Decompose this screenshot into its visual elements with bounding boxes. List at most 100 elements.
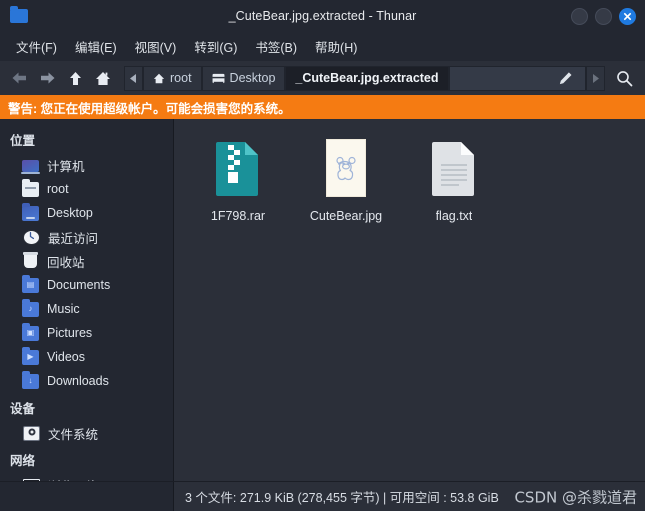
file-name: flag.txt bbox=[435, 209, 473, 223]
menu-view[interactable]: 视图(V) bbox=[127, 34, 185, 59]
triangle-left-icon bbox=[130, 73, 136, 83]
main-body: 位置 计算机 root Desktop 最近访问 回收站 ▤ Documents… bbox=[0, 119, 645, 481]
sidebar-item-downloads[interactable]: ↓ Downloads bbox=[0, 369, 173, 393]
sidebar-section-places: 位置 bbox=[10, 134, 36, 148]
recent-clock-icon bbox=[23, 229, 40, 245]
sidebar-item-label: root bbox=[47, 182, 69, 196]
sidebar-item-label: 回收站 bbox=[47, 255, 85, 270]
csdn-watermark: CSDN @杀戮道君 bbox=[514, 488, 637, 506]
breadcrumb-desktop[interactable]: Desktop bbox=[201, 65, 286, 91]
text-file-icon bbox=[432, 142, 474, 196]
file-item-text[interactable]: flag.txt bbox=[404, 131, 504, 223]
file-name: CuteBear.jpg bbox=[309, 209, 383, 223]
folder-icon bbox=[10, 6, 28, 23]
breadcrumb-root-label: root bbox=[170, 71, 192, 85]
maximize-button[interactable] bbox=[595, 7, 612, 25]
file-view[interactable]: 1F798.rar CuteBear.jpg flag.txt bbox=[174, 119, 645, 481]
breadcrumb-current-label: _CuteBear.jpg.extracted bbox=[295, 71, 439, 85]
sidebar-item-trash[interactable]: 回收站 bbox=[0, 249, 173, 273]
folder-open-icon bbox=[212, 73, 225, 84]
breadcrumb-scroll-right[interactable] bbox=[586, 65, 605, 91]
search-button[interactable] bbox=[611, 65, 637, 91]
downloads-folder-icon: ↓ bbox=[22, 370, 39, 389]
close-button[interactable] bbox=[619, 7, 636, 25]
pictures-folder-icon: ▣ bbox=[22, 322, 39, 341]
menu-edit[interactable]: 编辑(E) bbox=[67, 34, 125, 59]
videos-folder-icon: ▶ bbox=[22, 346, 39, 365]
sidebar-section-network: 网络 bbox=[10, 454, 36, 468]
thunar-window: _CuteBear.jpg.extracted - Thunar 文件(F) 编… bbox=[0, 0, 645, 511]
pencil-icon bbox=[559, 71, 572, 84]
home-folder-icon bbox=[22, 178, 39, 197]
sidebar-item-label: 最近访问 bbox=[48, 231, 99, 246]
sidebar: 位置 计算机 root Desktop 最近访问 回收站 ▤ Documents… bbox=[0, 119, 174, 481]
sidebar-item-pictures[interactable]: ▣ Pictures bbox=[0, 321, 173, 345]
forward-button[interactable] bbox=[34, 65, 60, 91]
sidebar-item-filesystem[interactable]: 文件系统 bbox=[0, 421, 173, 445]
documents-folder-icon: ▤ bbox=[22, 274, 39, 293]
file-thumbnail bbox=[423, 135, 485, 201]
trash-icon bbox=[22, 251, 39, 269]
close-icon bbox=[623, 12, 632, 20]
file-thumbnail bbox=[207, 135, 269, 201]
status-bar-sidebar-pad bbox=[0, 482, 174, 511]
computer-icon bbox=[21, 160, 40, 174]
sidebar-item-music[interactable]: ♪ Music bbox=[0, 297, 173, 321]
triangle-right-icon bbox=[593, 73, 599, 83]
status-bar: 3 个文件: 271.9 KiB (278,455 字节) | 可用空间 : 5… bbox=[0, 481, 645, 511]
file-name: 1F798.rar bbox=[210, 209, 266, 223]
music-folder-icon: ♪ bbox=[22, 298, 39, 317]
up-button[interactable] bbox=[62, 65, 88, 91]
window-controls bbox=[571, 7, 636, 25]
title-bar: _CuteBear.jpg.extracted - Thunar bbox=[0, 0, 645, 32]
sidebar-item-label: Desktop bbox=[47, 206, 93, 220]
breadcrumb-root[interactable]: root bbox=[143, 65, 202, 91]
root-warning-bar: 警告: 您正在使用超级帐户。可能会损害您的系统。 bbox=[0, 95, 645, 119]
home-icon bbox=[96, 71, 110, 85]
sidebar-item-recent[interactable]: 最近访问 bbox=[0, 225, 173, 249]
root-warning-text: 警告: 您正在使用超级帐户。可能会损害您的系统。 bbox=[8, 101, 291, 116]
file-item-archive[interactable]: 1F798.rar bbox=[188, 131, 288, 223]
desktop-folder-icon bbox=[22, 202, 39, 221]
sidebar-section-devices: 设备 bbox=[10, 402, 36, 416]
menu-bar: 文件(F) 编辑(E) 视图(V) 转到(G) 书签(B) 帮助(H) bbox=[0, 32, 645, 61]
back-button[interactable] bbox=[6, 65, 32, 91]
harddisk-icon bbox=[23, 425, 40, 441]
file-icon-grid: 1F798.rar CuteBear.jpg flag.txt bbox=[174, 119, 645, 235]
archive-file-icon bbox=[216, 142, 258, 196]
sidebar-item-label: 计算机 bbox=[47, 159, 85, 174]
image-thumbnail bbox=[326, 139, 366, 197]
arrow-left-icon bbox=[12, 72, 26, 84]
file-item-image[interactable]: CuteBear.jpg bbox=[296, 131, 396, 223]
breadcrumb-current[interactable]: _CuteBear.jpg.extracted bbox=[285, 65, 449, 91]
sidebar-item-root[interactable]: root bbox=[0, 177, 173, 201]
menu-file[interactable]: 文件(F) bbox=[8, 34, 65, 59]
arrow-right-icon bbox=[40, 72, 54, 84]
menu-go[interactable]: 转到(G) bbox=[186, 34, 245, 59]
arrow-up-icon bbox=[69, 71, 81, 85]
home-icon bbox=[153, 73, 165, 83]
sidebar-item-documents[interactable]: ▤ Documents bbox=[0, 273, 173, 297]
minimize-button[interactable] bbox=[571, 7, 588, 25]
sidebar-item-label: Music bbox=[47, 302, 80, 316]
clock-hands-icon bbox=[29, 231, 34, 240]
breadcrumb-desktop-label: Desktop bbox=[229, 71, 276, 85]
sidebar-item-desktop[interactable]: Desktop bbox=[0, 201, 173, 225]
sidebar-item-label: Videos bbox=[47, 350, 85, 364]
path-edit-button[interactable] bbox=[448, 65, 586, 91]
bear-drawing-icon bbox=[336, 156, 356, 181]
breadcrumb-scroll-left[interactable] bbox=[124, 65, 143, 91]
file-thumbnail bbox=[315, 135, 377, 201]
home-button[interactable] bbox=[90, 65, 116, 91]
search-icon bbox=[616, 70, 632, 86]
sidebar-item-browse-network[interactable]: 浏览网络 bbox=[0, 473, 173, 481]
sidebar-item-computer[interactable]: 计算机 bbox=[0, 153, 173, 177]
sidebar-item-videos[interactable]: ▶ Videos bbox=[0, 345, 173, 369]
menu-help[interactable]: 帮助(H) bbox=[307, 34, 365, 59]
menu-bookmarks[interactable]: 书签(B) bbox=[247, 34, 305, 59]
sidebar-item-label: Downloads bbox=[47, 374, 109, 388]
sidebar-item-label: 文件系统 bbox=[48, 427, 99, 442]
path-breadcrumb-bar: root Desktop _CuteBear.jpg.extracted bbox=[124, 65, 605, 91]
toolbar: root Desktop _CuteBear.jpg.extracted bbox=[0, 61, 645, 95]
sidebar-item-label: Pictures bbox=[47, 326, 93, 340]
